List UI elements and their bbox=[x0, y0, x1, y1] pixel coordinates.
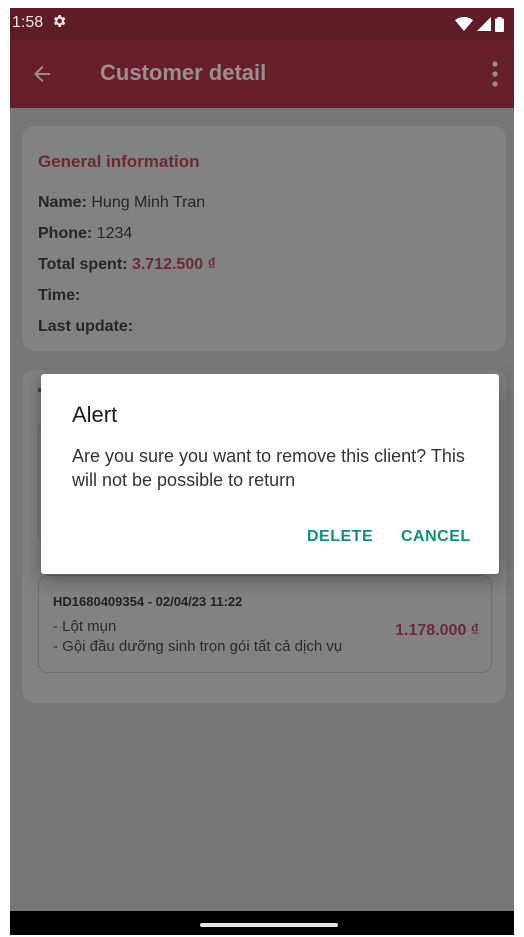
section-title-general: General information bbox=[38, 152, 200, 171]
battery-icon bbox=[495, 16, 504, 32]
last-update-row: Last update: bbox=[38, 318, 133, 336]
time-row: Time: bbox=[38, 287, 80, 305]
phone-row: Phone: 1234 bbox=[38, 225, 132, 243]
order-item: - Gội đầu dưỡng sinh trọn gói tất cả dịc… bbox=[53, 638, 343, 655]
status-time: 1:58 bbox=[12, 14, 44, 31]
arrow-back-icon[interactable] bbox=[30, 62, 54, 86]
more-vert-icon[interactable] bbox=[490, 60, 500, 88]
settings-gear-icon bbox=[54, 15, 66, 27]
signal-icon bbox=[477, 17, 491, 31]
order-id: HD1680409354 - 02/04/23 11:22 bbox=[53, 594, 243, 609]
time-label: Time: bbox=[38, 287, 81, 304]
order-card[interactable]: HD1680409354 - 02/04/23 11:22 - Lột mụn … bbox=[38, 575, 492, 673]
page-title: Customer detail bbox=[100, 60, 267, 85]
order-total: 1.178.000 ₫ bbox=[395, 622, 479, 639]
status-icons bbox=[455, 16, 504, 32]
last-update-label: Last update: bbox=[38, 318, 134, 335]
navigation-bar bbox=[10, 911, 514, 935]
device-screen: 1:58 Customer detail General information… bbox=[10, 8, 514, 935]
general-info-card: General information Name: Hung Minh Tran… bbox=[22, 126, 506, 351]
wifi-icon bbox=[455, 17, 473, 31]
name-value: Hung Minh Tran bbox=[91, 194, 206, 211]
home-handle[interactable] bbox=[200, 923, 338, 927]
phone-label: Phone: bbox=[38, 225, 93, 242]
name-label: Name: bbox=[38, 194, 87, 211]
phone-value: 1234 bbox=[96, 225, 133, 242]
total-spent-row: Total spent: 3.712.500 ₫ bbox=[38, 256, 216, 274]
total-spent-value: 3.712.500 ₫ bbox=[131, 256, 216, 273]
order-item: - Lột mụn bbox=[53, 618, 117, 635]
delete-button[interactable]: DELETE bbox=[307, 528, 373, 546]
dialog-message: Are you sure you want to remove this cli… bbox=[72, 446, 465, 490]
dialog-title: Alert bbox=[72, 402, 118, 427]
status-bar: 1:58 bbox=[10, 8, 514, 40]
cancel-button[interactable]: CANCEL bbox=[401, 528, 471, 546]
alert-dialog: Alert Are you sure you want to remove th… bbox=[41, 374, 499, 574]
app-bar: Customer detail bbox=[10, 40, 514, 108]
name-row: Name: Hung Minh Tran bbox=[38, 194, 205, 212]
total-spent-label: Total spent: bbox=[38, 256, 128, 273]
